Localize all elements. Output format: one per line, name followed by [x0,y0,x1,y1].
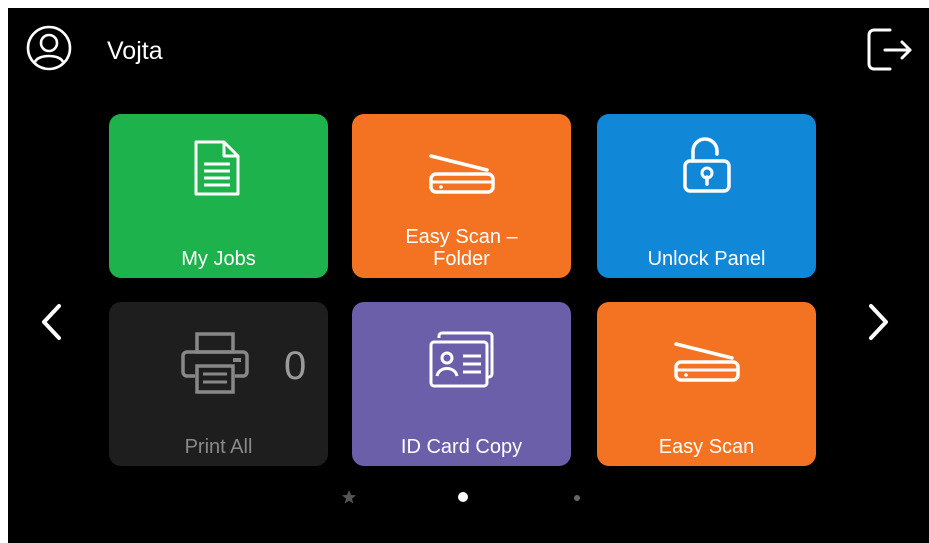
user-name[interactable]: Vojta [107,36,163,66]
tile-label: ID Card Copy [400,436,523,458]
chevron-left-icon[interactable] [36,300,66,344]
pagination-dot-active[interactable] [457,491,469,503]
scanner-icon [674,342,740,382]
logout-icon[interactable] [864,24,916,74]
device-screen: Vojta My Jobs Easy Scan – Folder Unlock … [8,8,929,543]
chevron-right-icon[interactable] [864,300,894,344]
scanner-icon [429,154,495,194]
user-circle-icon[interactable] [26,25,72,71]
unlock-icon [683,137,731,193]
tile-label: My Jobs [181,248,256,270]
tile-unlock-panel[interactable]: Unlock Panel [597,114,816,278]
tile-easy-scan-folder[interactable]: Easy Scan – Folder [352,114,571,278]
printer-icon [181,332,249,394]
tile-print-all[interactable]: 0 Print All [109,302,328,466]
tile-label: Easy Scan [658,436,755,458]
id-card-icon [429,331,494,388]
tile-my-jobs[interactable]: My Jobs [109,114,328,278]
tile-id-card-copy[interactable]: ID Card Copy [352,302,571,466]
document-icon [194,140,240,196]
tile-easy-scan[interactable]: Easy Scan [597,302,816,466]
pagination-dot[interactable] [573,494,581,502]
tile-label: Easy Scan – Folder [405,226,518,270]
tile-label: Print All [184,436,253,458]
print-job-count: 0 [284,344,307,388]
tile-label: Unlock Panel [647,248,766,270]
pagination-favorites-star-icon[interactable] [341,489,357,505]
